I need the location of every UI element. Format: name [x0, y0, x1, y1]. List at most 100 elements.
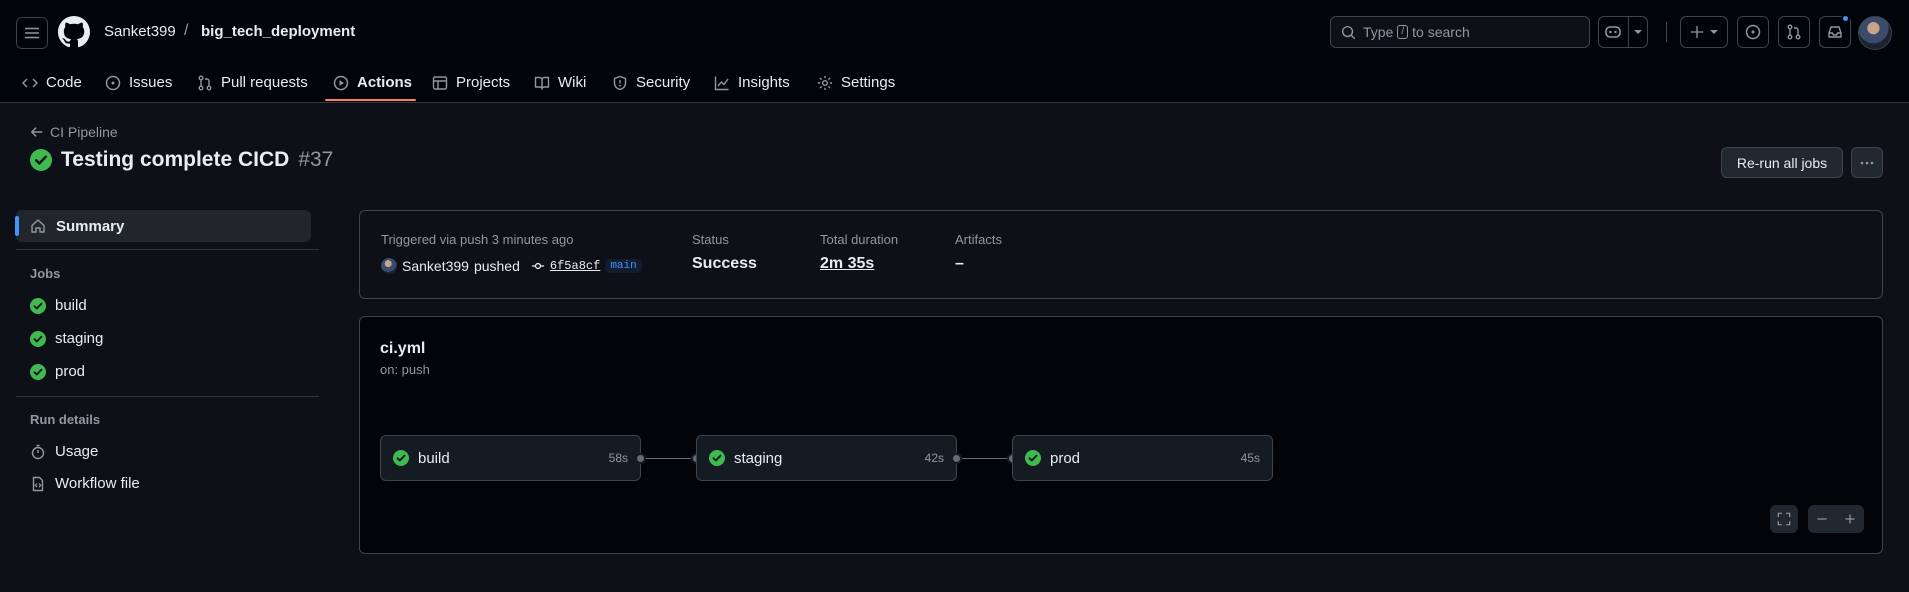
job-node-staging[interactable]: staging 42s — [696, 435, 957, 481]
artifacts-label: Artifacts — [955, 232, 1002, 247]
graph-icon — [714, 75, 730, 91]
sidebar-summary-label: Summary — [56, 217, 125, 235]
job-node-prod[interactable]: prod 45s — [1012, 435, 1273, 481]
issues-button[interactable] — [1737, 16, 1769, 48]
sidebar-job-label: build — [55, 297, 87, 314]
menu-button[interactable] — [16, 17, 48, 49]
more-options-button[interactable] — [1851, 147, 1883, 178]
trigger-details: Sanket399 pushed 6f5a8cf main — [381, 258, 642, 274]
zoom-in-button[interactable] — [1836, 505, 1864, 533]
artifacts-value: – — [955, 255, 964, 272]
table-icon — [432, 75, 448, 91]
duration-label: Total duration — [820, 232, 899, 247]
issue-opened-icon — [1745, 24, 1761, 40]
sidebar-job-prod[interactable]: prod — [30, 363, 85, 380]
sidebar-item-usage[interactable]: Usage — [30, 443, 98, 460]
breadcrumb-repo[interactable]: big_tech_deployment — [201, 23, 355, 40]
kebab-horizontal-icon — [1860, 161, 1874, 164]
check-circle-fill-icon — [393, 450, 409, 466]
tab-wiki[interactable]: Wiki — [534, 62, 586, 103]
copilot-icon — [1604, 26, 1621, 38]
run-name: Testing complete CICD — [61, 148, 290, 171]
sidebar-job-build[interactable]: build — [30, 297, 87, 314]
rerun-all-jobs-button[interactable]: Re-run all jobs — [1721, 147, 1843, 178]
breadcrumb-owner[interactable]: Sanket399 — [104, 23, 176, 40]
actor-avatar[interactable] — [381, 258, 397, 274]
workflow-back-link[interactable]: CI Pipeline — [30, 124, 118, 140]
shield-icon — [612, 75, 628, 91]
workflow-trigger: on: push — [380, 362, 430, 377]
tab-label: Projects — [456, 74, 511, 91]
github-logo-icon[interactable] — [58, 16, 90, 48]
tab-code[interactable]: Code — [22, 62, 82, 103]
jobs-heading: Jobs — [30, 266, 61, 281]
app-header: Sanket399 / big_tech_deployment Type / t… — [0, 0, 1909, 103]
notification-indicator — [1841, 14, 1850, 23]
check-circle-fill-icon — [30, 330, 46, 347]
code-icon — [22, 75, 38, 91]
sidebar-usage-label: Usage — [55, 443, 99, 460]
check-circle-fill-icon — [30, 297, 46, 314]
sidebar-job-staging[interactable]: staging — [30, 330, 103, 347]
tab-settings[interactable]: Settings — [817, 62, 895, 103]
push-action: pushed — [473, 258, 520, 274]
tab-actions[interactable]: Actions — [333, 62, 412, 103]
sidebar-item-workflow-file[interactable]: Workflow file — [30, 475, 140, 492]
tab-projects[interactable]: Projects — [432, 62, 510, 103]
tab-pull-requests[interactable]: Pull requests — [197, 62, 308, 103]
check-circle-fill-icon — [30, 149, 52, 171]
sidebar-workflow-file-label: Workflow file — [55, 475, 140, 492]
tab-security[interactable]: Security — [612, 62, 690, 103]
job-node-build[interactable]: build 58s — [380, 435, 641, 481]
git-pull-request-icon — [197, 75, 213, 91]
selected-indicator — [15, 216, 19, 236]
active-tab-indicator — [325, 99, 416, 101]
book-icon — [534, 75, 550, 91]
sidebar-item-summary[interactable]: Summary — [15, 210, 311, 242]
job-duration: 42s — [924, 451, 944, 465]
tab-issues[interactable]: Issues — [105, 62, 172, 103]
tab-label: Code — [46, 74, 82, 91]
create-new-button[interactable] — [1680, 16, 1728, 48]
job-connector-line — [646, 458, 691, 459]
copilot-button[interactable] — [1598, 16, 1648, 48]
screen-full-icon — [1777, 512, 1791, 526]
user-avatar[interactable] — [1858, 16, 1892, 50]
job-duration: 45s — [1240, 451, 1260, 465]
zoom-out-button[interactable] — [1808, 505, 1836, 533]
sidebar-job-label: prod — [55, 363, 86, 380]
tab-label: Actions — [357, 74, 413, 91]
tab-label: Security — [636, 74, 691, 91]
tab-label: Insights — [738, 74, 790, 91]
workflow-graph-card: ci.yml on: push build 58s staging 42s pr… — [359, 316, 1883, 554]
gear-icon — [817, 75, 833, 91]
trigger-label: Triggered via push 3 minutes ago — [381, 232, 574, 247]
dash-icon — [1817, 518, 1827, 520]
search-placeholder-pre: Type — [1363, 24, 1394, 40]
tab-insights[interactable]: Insights — [714, 62, 790, 103]
pull-requests-button[interactable] — [1778, 16, 1810, 48]
inbox-icon — [1828, 26, 1842, 38]
status-label: Status — [692, 232, 729, 247]
stopwatch-icon — [30, 444, 46, 460]
job-name: prod — [1050, 449, 1081, 467]
run-details-heading: Run details — [30, 412, 101, 427]
fullscreen-button[interactable] — [1770, 505, 1798, 533]
search-shortcut-key: / — [1397, 25, 1409, 39]
actor-name[interactable]: Sanket399 — [402, 258, 469, 274]
status-value: Success — [692, 255, 757, 272]
search-icon — [1341, 25, 1356, 39]
branch-badge[interactable]: main — [605, 259, 642, 273]
issue-opened-icon — [105, 75, 121, 91]
commit-sha-link[interactable]: 6f5a8cf — [550, 259, 600, 273]
duration-value[interactable]: 2m 35s — [820, 255, 874, 273]
search-input[interactable]: Type / to search — [1330, 16, 1590, 48]
hamburger-icon — [25, 27, 39, 39]
chevron-down-icon[interactable] — [1633, 27, 1643, 37]
copilot-split-divider — [1627, 17, 1629, 47]
tab-label: Issues — [129, 74, 173, 91]
job-connector-dot — [635, 453, 646, 464]
check-circle-fill-icon — [30, 363, 46, 380]
breadcrumb-separator: / — [184, 22, 189, 39]
play-icon — [333, 75, 349, 91]
